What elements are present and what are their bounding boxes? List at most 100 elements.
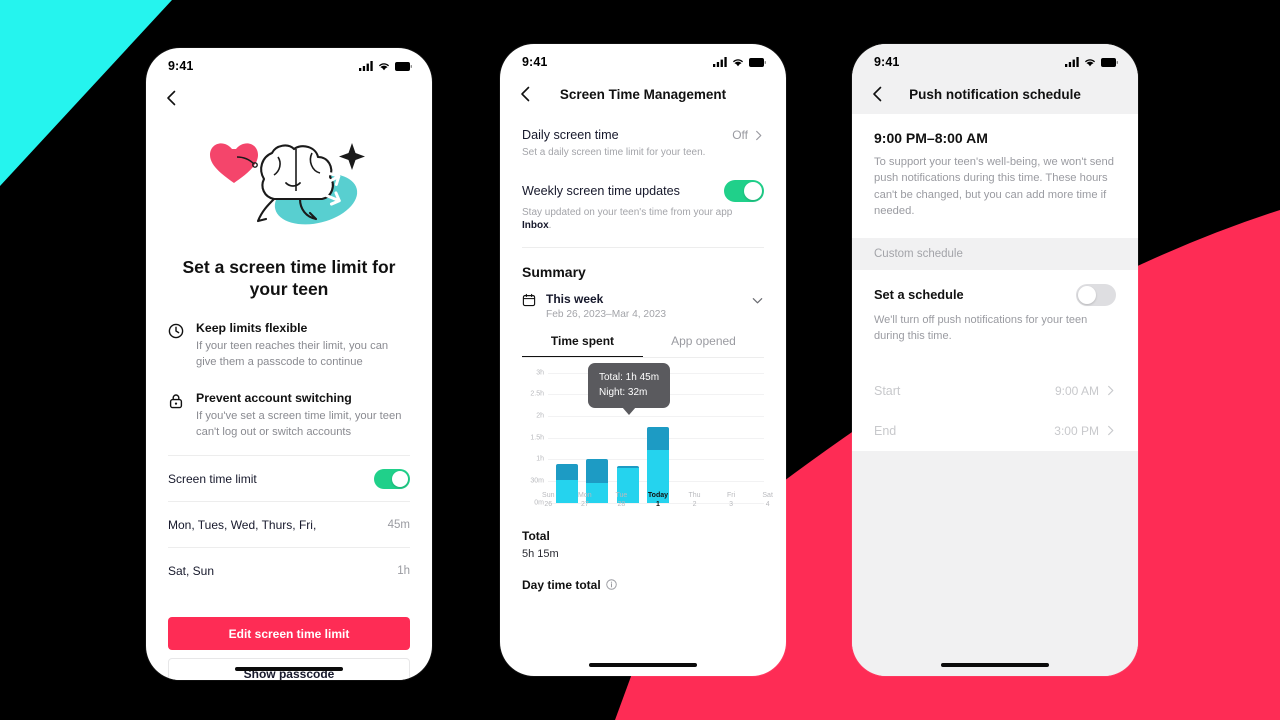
daily-screen-time-value: Off [732,128,748,142]
tooltip-total: Total: 1h 45m [599,371,660,383]
quiet-hours-description: To support your teen's well-being, we wo… [874,156,1114,218]
tab-time-spent[interactable]: Time spent [522,334,643,358]
status-time: 9:41 [874,55,900,69]
chart-bar[interactable] [677,373,699,503]
day-time-total-row: Day time total [500,560,786,592]
cellular-signal-icon [359,61,373,71]
chart-x-label: Thu 2 [688,491,701,508]
nav-bar: Push notification schedule [852,74,1138,114]
tabs-underline [522,356,764,358]
feature-keep-limits-flexible: Keep limits flexible If your teen reache… [146,321,432,371]
chart-x-label: Sun 26 [542,491,555,508]
chevron-right-icon [756,130,762,140]
screen-time-limit-label: Screen time limit [168,471,257,486]
total-heading: Total [522,528,550,543]
status-icons [359,61,412,71]
back-chevron-icon[interactable] [516,84,536,104]
chevron-down-icon[interactable] [751,294,764,307]
status-icons [713,57,766,67]
chart-x-axis-labels: Sun 26 Mon 27 Tue 28 Today 1 Thu 2 Fri 3 Sat 4 [530,491,786,510]
screen-time-limit-row[interactable]: Screen time limit [146,456,432,501]
daily-screen-time-row[interactable]: Daily screen time Off Set a daily screen… [500,128,786,160]
set-a-schedule-toggle[interactable] [1076,283,1116,306]
calendar-icon [522,293,536,306]
week-selector-row[interactable]: This week Feb 26, 2023–Mar 4, 2023 [500,280,786,320]
home-indicator [941,663,1049,667]
chart-bar[interactable] [738,373,760,503]
status-bar: 9:41 [500,44,786,74]
wifi-icon [379,63,389,71]
chart-bar-night-segment [556,463,579,480]
chart-x-label: Sat 4 [762,491,773,508]
chart-x-label: Today 1 [647,491,669,508]
screen-time-limit-toggle[interactable] [374,468,410,489]
page-title: Set a screen time limit for your teen [182,257,396,300]
end-value: 3:00 PM [1054,423,1099,438]
edit-screen-time-limit-button[interactable]: Edit screen time limit [168,617,410,651]
inbox-link[interactable]: Inbox [522,220,549,231]
chart-y-axis-label: 3h [536,369,544,376]
set-a-schedule-label: Set a schedule [874,287,964,303]
end-time-row[interactable]: End 3:00 PM [852,410,1138,451]
page-title: Screen Time Management [559,86,727,102]
chart-bar[interactable] [556,373,579,503]
set-a-schedule-row[interactable]: Set a schedule [874,283,1116,306]
cellular-signal-icon [713,57,727,67]
battery-icon [1101,57,1118,67]
start-time-row[interactable]: Start 9:00 AM [852,370,1138,411]
page-title: Push notification schedule [909,86,1081,102]
chart-x-label: Mon 27 [578,491,592,508]
week-name: This week [546,291,604,306]
chart-x-label: Fri 3 [727,491,736,508]
schedule-row-weekend[interactable]: Sat, Sun 1h [146,548,432,593]
hero-illustration [146,124,432,242]
toggle-knob [744,181,762,200]
status-icons [1065,57,1118,67]
home-indicator [235,667,343,671]
tab-app-opened[interactable]: App opened [643,334,764,358]
total-block: Total 5h 15m [500,509,786,560]
day-time-total-heading: Day time total [522,577,601,592]
summary-title: Summary [522,263,586,280]
chart-y-axis-label: 2.5h [530,390,544,398]
status-bar: 9:41 [146,48,432,78]
schedule-label: Sat, Sun [168,563,215,578]
clock-icon [168,321,185,371]
set-a-schedule-sub: We'll turn off push notifications for yo… [874,313,1088,342]
total-value: 5h 15m [522,547,559,560]
chart-y-axis-label: 30m [530,477,544,485]
info-icon[interactable] [605,579,617,590]
chart-y-axis-label: 2h [536,412,544,420]
quiet-hours-range: 9:00 PM–8:00 AM [874,130,988,146]
time-spent-chart: 0m 30m 1h 1.5h 2h 2.5h 3h Sun 26 Mon 27 Tue 28 Today… [500,359,786,509]
schedule-value: 1h [397,564,410,577]
weekly-updates-toggle[interactable] [724,179,764,202]
daily-screen-time-sub: Set a daily screen time limit for your t… [522,147,706,158]
feature-prevent-account-switching: Prevent account switching If you've set … [146,391,432,441]
set-a-schedule-block: Set a schedule We'll turn off push notif… [852,269,1138,371]
tooltip-night: Night: 32m [599,387,648,398]
empty-area [852,450,1138,676]
nav-bar [146,78,432,118]
chart-bar[interactable] [708,373,730,503]
toggle-knob [392,470,408,487]
chart-x-label: Tue 28 [615,491,628,508]
schedule-row-weekdays[interactable]: Mon, Tues, Wed, Thurs, Fri, 45m [146,502,432,547]
back-chevron-icon[interactable] [868,84,888,104]
weekly-updates-row[interactable]: Weekly screen time updates Stay updated … [500,179,786,233]
chevron-right-icon [1108,385,1114,396]
chart-y-axis-label: 1h [536,455,544,463]
week-range: Feb 26, 2023–Mar 4, 2023 [546,308,667,320]
weekly-updates-sub: Stay updated on your teen's time from yo… [522,206,764,233]
back-chevron-icon[interactable] [162,88,182,108]
feature-heading: Prevent account switching [196,390,352,405]
wifi-icon [733,59,743,67]
screenshot-stage: 9:41 Set a screen time limit for your te… [0,0,1280,720]
end-label: End [874,423,897,438]
chart-bar-night-segment [646,426,669,450]
chevron-right-icon [1108,425,1114,436]
weekly-updates-sub-prefix: Stay updated on your teen's time from yo… [522,206,733,218]
phone-screen-screen-time-management: 9:41 Screen Time Management Daily screen… [500,44,786,676]
chart-bar-night-segment [586,459,609,483]
status-time: 9:41 [522,55,548,69]
